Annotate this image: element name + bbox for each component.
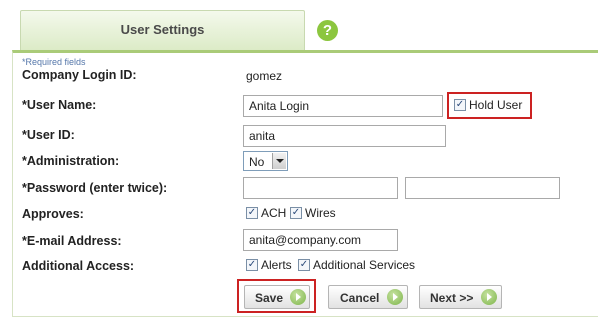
hold-user-checkbox[interactable]: ✓: [454, 99, 466, 111]
arrow-right-icon: [387, 289, 403, 305]
user-name-label: *User Name:: [22, 98, 97, 112]
user-name-input[interactable]: Anita Login: [243, 95, 443, 117]
alerts-label: Alerts: [261, 258, 292, 272]
next-button-label: Next >>: [430, 291, 474, 305]
required-fields-note: *Required fields: [22, 57, 86, 67]
approves-label: Approves:: [22, 207, 84, 221]
hold-user-label: Hold User: [469, 98, 523, 112]
additional-services-checkbox[interactable]: ✓: [298, 259, 310, 271]
save-button-label: Save: [255, 291, 284, 305]
email-field[interactable]: anita@company.com: [243, 229, 398, 251]
additional-services-label: Additional Services: [313, 258, 416, 272]
wires-checkbox[interactable]: ✓: [290, 207, 302, 219]
next-button[interactable]: Next >>: [419, 285, 502, 309]
password-input[interactable]: [243, 177, 398, 199]
email-label: *E-mail Address:: [22, 234, 122, 248]
arrow-right-icon: [290, 289, 306, 305]
tab-label: User Settings: [120, 22, 205, 37]
help-icon[interactable]: ?: [317, 20, 338, 41]
user-settings-page: User Settings ? *Required fields Company…: [0, 0, 598, 319]
company-login-id-value: gomez: [246, 69, 283, 83]
user-id-label: *User ID:: [22, 128, 75, 142]
chevron-down-icon[interactable]: [272, 153, 286, 169]
cancel-button-label: Cancel: [340, 291, 380, 305]
user-id-input[interactable]: anita: [243, 125, 446, 147]
wires-label: Wires: [305, 206, 336, 220]
cancel-button[interactable]: Cancel: [328, 285, 408, 309]
tab-user-settings[interactable]: User Settings: [20, 10, 305, 50]
password-label: *Password (enter twice):: [22, 181, 168, 195]
password-confirm-input[interactable]: [405, 177, 560, 199]
ach-checkbox[interactable]: ✓: [246, 207, 258, 219]
company-login-id-label: Company Login ID:: [22, 68, 137, 82]
administration-select[interactable]: No: [243, 151, 288, 171]
administration-label: *Administration:: [22, 154, 120, 168]
additional-access-label: Additional Access:: [22, 259, 135, 273]
ach-label: ACH: [261, 206, 287, 220]
administration-selected-value: No: [249, 155, 265, 169]
save-button[interactable]: Save: [244, 285, 310, 309]
arrow-right-icon: [481, 289, 497, 305]
alerts-checkbox[interactable]: ✓: [246, 259, 258, 271]
